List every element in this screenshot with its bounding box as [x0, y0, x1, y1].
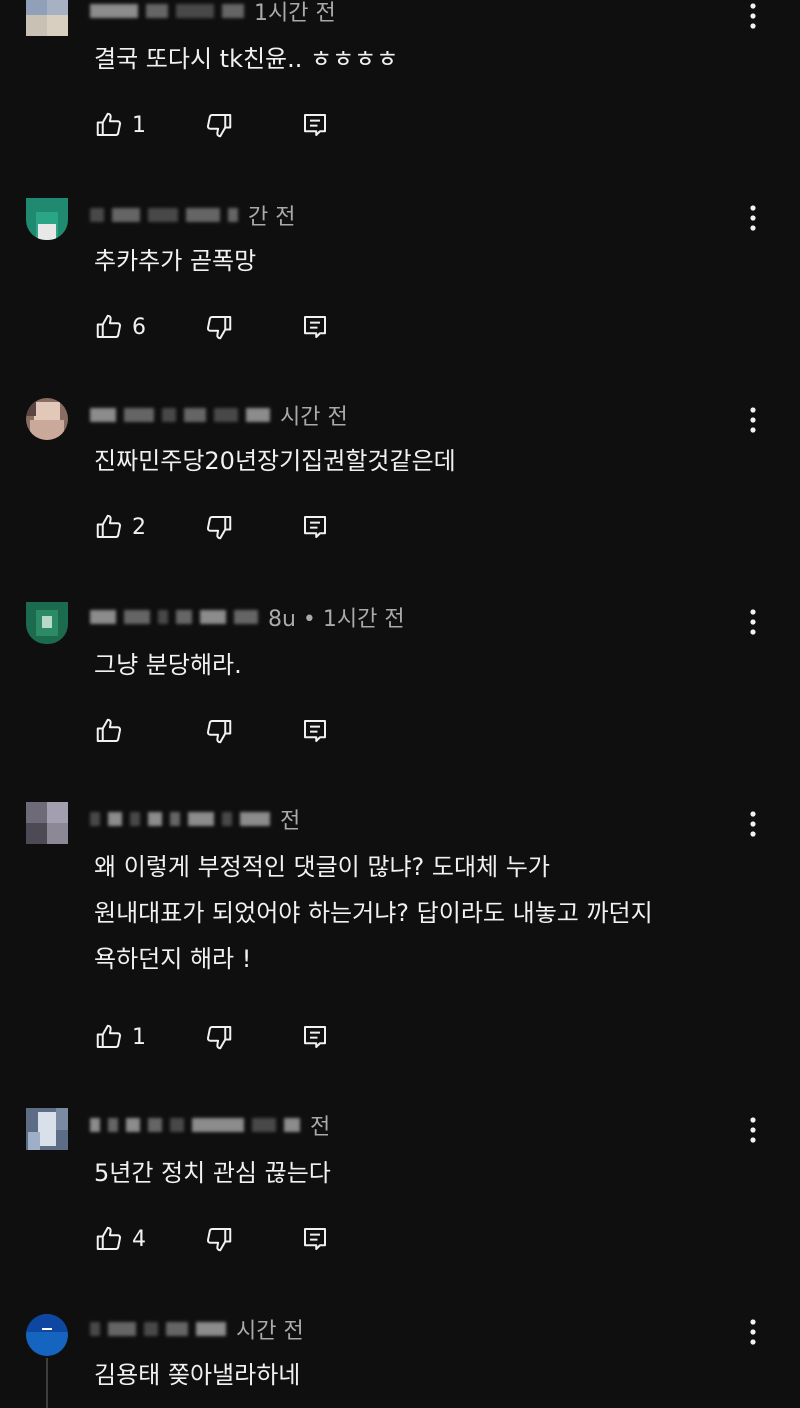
avatar[interactable] [26, 398, 68, 440]
dislike-icon[interactable] [204, 512, 234, 542]
more-options-icon[interactable] [738, 402, 768, 438]
comment-timestamp: 시간 전 [236, 1319, 304, 1344]
reply-icon[interactable] [300, 110, 330, 140]
comment-actions: 2 [94, 510, 326, 544]
comment-timestamp: 8u • 1시간 전 [268, 607, 405, 632]
more-options-icon[interactable] [738, 806, 768, 842]
comment-text-line: 욕하던지 해라 ! [94, 945, 252, 973]
like-icon[interactable] [94, 110, 124, 140]
comment-timestamp: 시간 전 [280, 405, 348, 430]
dislike-icon[interactable] [204, 312, 234, 342]
comment-timestamp: 전 [310, 1115, 331, 1140]
like-count: 6 [132, 314, 146, 340]
comment-meta: 전 [90, 1110, 330, 1140]
more-options-icon[interactable] [738, 0, 768, 34]
comment-timestamp: 간 전 [248, 205, 296, 230]
comment-text: 그냥 분당해라. [94, 642, 242, 688]
like-icon[interactable] [94, 1224, 124, 1254]
comment-actions: 1 [94, 108, 326, 142]
comment-text: 김용태 쫒아낼라하네 [94, 1352, 300, 1398]
avatar[interactable] [26, 0, 68, 36]
more-options-icon[interactable] [738, 1112, 768, 1148]
dislike-icon[interactable] [204, 716, 234, 746]
comment-meta: 1시간 전 [90, 0, 336, 26]
comment-meta: 8u • 1시간 전 [90, 602, 405, 632]
comment-text-line: 김용태 쫒아낼라하네 [94, 1361, 301, 1389]
like-icon[interactable] [94, 1022, 124, 1052]
avatar[interactable] [26, 198, 68, 240]
comment-actions [94, 714, 326, 748]
comment-meta: 전 [90, 804, 300, 834]
avatar[interactable] [26, 602, 68, 644]
avatar[interactable] [26, 1108, 68, 1150]
avatar[interactable] [26, 802, 68, 844]
comment-text: 결국 또다시 tk친윤.. ㅎㅎㅎㅎ [94, 36, 398, 82]
dislike-icon[interactable] [204, 110, 234, 140]
comment-text: 5년간 정치 관심 끊는다 [94, 1150, 331, 1196]
like-count: 4 [132, 1226, 146, 1252]
like-count: 2 [132, 514, 146, 540]
comment-text: 추카추가 곧폭망 [94, 238, 256, 284]
like-icon[interactable] [94, 716, 124, 746]
comment-timestamp: 전 [280, 809, 301, 834]
more-options-icon[interactable] [738, 200, 768, 236]
reply-icon[interactable] [300, 512, 330, 542]
comment-actions: 6 [94, 310, 326, 344]
comment-text-line: 그냥 분당해라. [94, 651, 242, 679]
comment-text-line: 결국 또다시 tk친윤.. ㅎㅎㅎㅎ [94, 45, 399, 73]
comment-text-line: 5년간 정치 관심 끊는다 [94, 1159, 331, 1187]
like-count: 1 [132, 1024, 146, 1050]
comment-text-line: 원내대표가 되었어야 하는거냐? 답이라도 내놓고 까던지 [94, 899, 653, 927]
comment-text: 왜 이렇게 부정적인 댓글이 많냐? 도대체 누가 원내대표가 되었어야 하는거… [94, 844, 653, 982]
comment-timestamp: 1시간 전 [254, 1, 336, 26]
comment-text: 진짜민주당20년장기집권할것같은데 [94, 438, 456, 484]
avatar[interactable] [26, 1314, 68, 1356]
reply-icon[interactable] [300, 312, 330, 342]
dislike-icon[interactable] [204, 1224, 234, 1254]
comment-text-line: 추카추가 곧폭망 [94, 247, 257, 275]
thread-line [46, 1358, 48, 1408]
more-options-icon[interactable] [738, 604, 768, 640]
reply-icon[interactable] [300, 716, 330, 746]
comment-meta: 시간 전 [90, 400, 348, 430]
dislike-icon[interactable] [204, 1022, 234, 1052]
more-options-icon[interactable] [738, 1314, 768, 1350]
comment-actions: 1 [94, 1020, 326, 1054]
reply-icon[interactable] [300, 1224, 330, 1254]
comment-meta: 시간 전 [90, 1314, 304, 1344]
like-count: 1 [132, 112, 146, 138]
comment-actions: 4 [94, 1222, 326, 1256]
comment-meta: 간 전 [90, 200, 295, 230]
reply-icon[interactable] [300, 1022, 330, 1052]
like-icon[interactable] [94, 512, 124, 542]
comment-text-line: 왜 이렇게 부정적인 댓글이 많냐? 도대체 누가 [94, 853, 550, 881]
like-icon[interactable] [94, 312, 124, 342]
comment-text-line: 진짜민주당20년장기집권할것같은데 [94, 447, 456, 475]
